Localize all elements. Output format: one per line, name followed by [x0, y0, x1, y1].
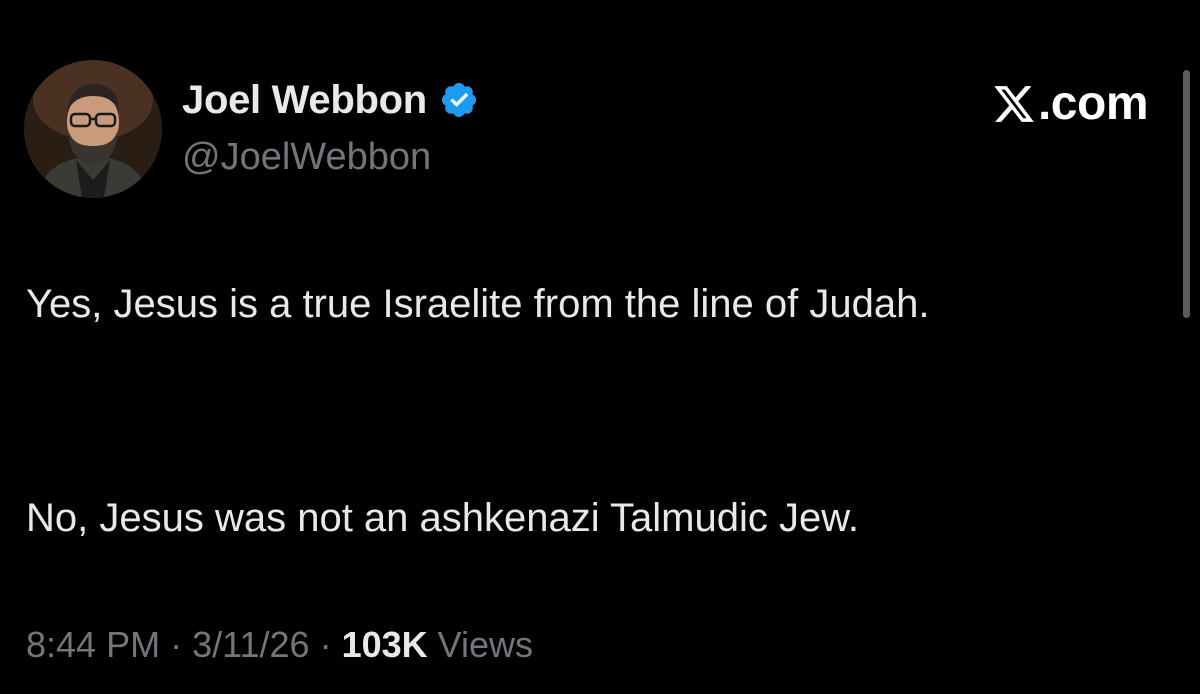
verified-badge-icon [439, 80, 479, 120]
x-logo-icon [992, 82, 1036, 126]
meta-separator: · [319, 624, 332, 665]
meta-separator: · [170, 624, 183, 665]
views-label: Views [437, 624, 534, 665]
views-count: 103K [341, 624, 428, 665]
author-display-name[interactable]: Joel Webbon [182, 78, 427, 123]
avatar[interactable] [24, 60, 162, 198]
tweet-date[interactable]: 3/11/26 [192, 624, 309, 665]
tweet-text-paragraph-2: No, Jesus was not an ashkenazi Talmudic … [26, 496, 860, 540]
tweet-time[interactable]: 8:44 PM [26, 624, 160, 665]
avatar-portrait [24, 60, 162, 198]
author-handle[interactable]: @JoelWebbon [182, 136, 431, 179]
scrollbar[interactable] [1183, 70, 1190, 318]
author-name-row[interactable]: Joel Webbon [182, 74, 479, 126]
brand-watermark: .com [992, 76, 1149, 131]
tweet-meta: 8:44 PM · 3/11/26 · 103K Views [26, 624, 533, 666]
tweet-text-paragraph-1: Yes, Jesus is a true Israelite from the … [26, 282, 930, 326]
brand-domain-suffix: .com [1037, 77, 1149, 130]
